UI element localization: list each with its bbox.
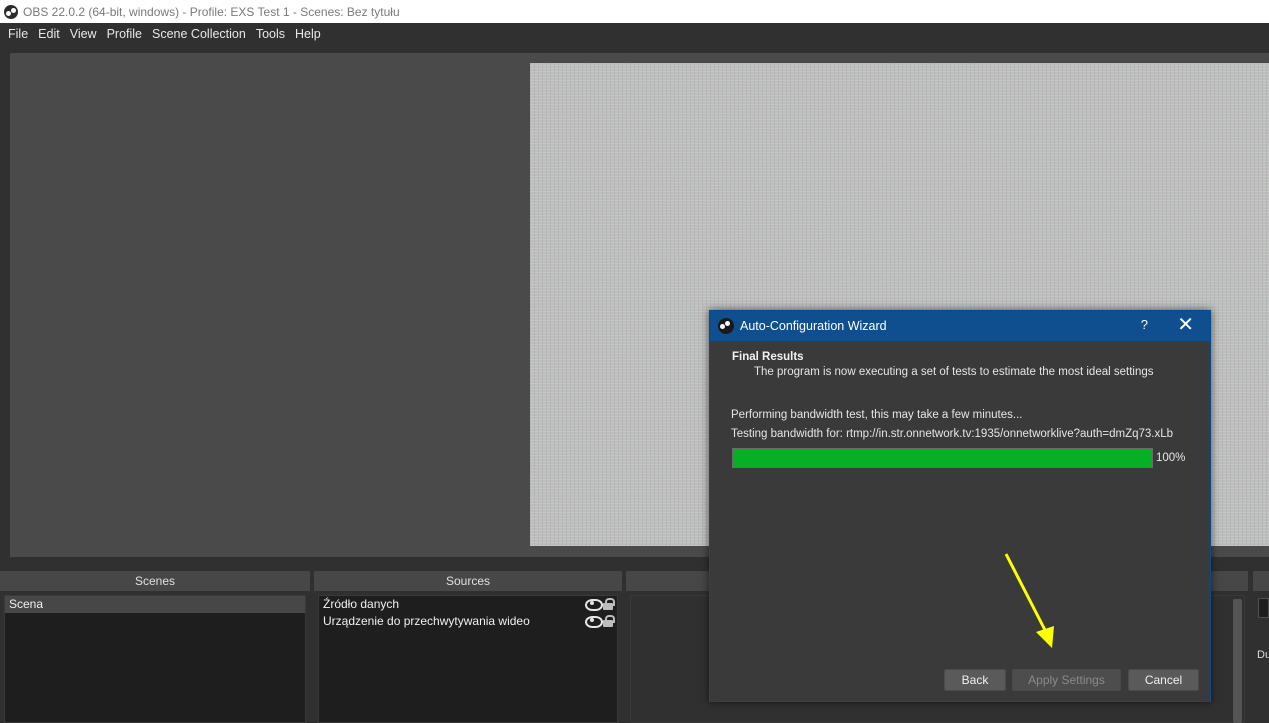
progress-fill [733,449,1152,467]
sources-list: Źródło danych Urządzenie do przechwytywa… [318,595,618,723]
wizard-status-text: Performing bandwidth test, this may take… [731,409,1023,421]
cancel-button[interactable]: Cancel [1128,669,1199,691]
list-item[interactable]: Scena [5,596,305,613]
scenes-list: Scena [4,595,306,723]
scenes-dock-header: Scenes [0,571,310,591]
right-dock-partial-label: Du [1257,649,1269,661]
right-dock-edge [1249,569,1269,723]
lock-icon[interactable] [603,598,615,610]
wizard-title: Auto-Configuration Wizard [740,319,887,333]
menu-file[interactable]: File [3,27,33,41]
menu-help[interactable]: Help [290,27,326,41]
help-button[interactable]: ? [1141,317,1148,332]
lock-icon[interactable] [603,615,615,627]
window-titlebar: OBS 22.0.2 (64-bit, windows) - Profile: … [0,0,1269,23]
auto-config-wizard-dialog: Auto-Configuration Wizard ? ✕ Final Resu… [709,310,1211,702]
menu-tools[interactable]: Tools [251,27,290,41]
scene-label: Scena [9,597,44,611]
mixer-scrollbar[interactable] [1233,599,1242,723]
menu-profile[interactable]: Profile [102,27,147,41]
eye-icon[interactable] [585,615,603,628]
source-label: Źródło danych [323,597,400,611]
right-dock-header [1253,571,1269,591]
apply-settings-button[interactable]: Apply Settings [1012,669,1121,691]
menu-view[interactable]: View [65,27,102,41]
sources-dock-header: Sources [314,571,622,591]
back-button[interactable]: Back [944,669,1006,691]
wizard-titlebar: Auto-Configuration Wizard ? ✕ [710,311,1210,341]
close-icon[interactable]: ✕ [1177,314,1194,336]
eye-icon[interactable] [585,598,603,611]
list-item[interactable]: Urządzenie do przechwytywania wideo [319,613,617,630]
menu-edit[interactable]: Edit [33,27,65,41]
list-item[interactable]: Źródło danych [319,596,617,613]
menu-bar: File Edit View Profile Scene Collection … [0,23,1269,45]
obs-logo-icon [718,318,734,334]
wizard-heading: Final Results [732,351,804,363]
wizard-subheading: The program is now executing a set of te… [754,366,1154,378]
window-title: OBS 22.0.2 (64-bit, windows) - Profile: … [23,4,400,19]
wizard-testing-url: Testing bandwidth for: rtmp://in.str.onn… [731,428,1174,440]
obs-logo-icon [4,4,18,19]
right-dock-control[interactable] [1258,598,1269,618]
progress-percent: 100% [1156,452,1186,464]
menu-scene-collection[interactable]: Scene Collection [147,27,251,41]
source-label: Urządzenie do przechwytywania wideo [323,614,530,628]
bandwidth-progress-bar [732,448,1153,468]
